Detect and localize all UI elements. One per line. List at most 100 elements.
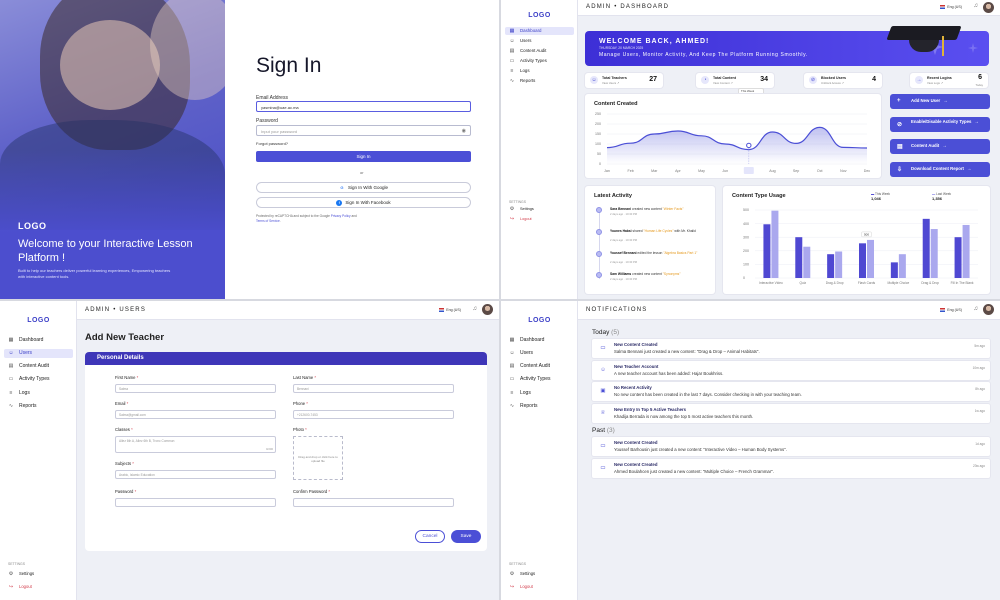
- sidebar-item-settings[interactable]: ⚙ Settings: [505, 569, 574, 578]
- language-selector[interactable]: Eng (US): [940, 308, 962, 312]
- avatar[interactable]: [983, 304, 994, 315]
- phone-field[interactable]: +212600-7453: [293, 410, 454, 419]
- stat-recent-logins[interactable]: → Recent Logins View Logs ↗ 6 Today: [910, 73, 988, 88]
- logout-button[interactable]: ↪ Logout: [4, 582, 73, 591]
- sidebar-item-dashboard[interactable]: ▦ Dashboard: [505, 336, 574, 345]
- sidebar-item-settings[interactable]: ⚙ Settings: [505, 205, 574, 213]
- x-tick-label: Oct: [817, 169, 823, 173]
- enable-disable-activity-types-button[interactable]: ⊘ Enable/Disable Activity Types →: [890, 117, 990, 132]
- last-name-field[interactable]: Bennani: [293, 384, 454, 393]
- notification-item[interactable]: ▭ New Content Created Youssef Barhousin ju…: [592, 437, 990, 456]
- sidebar-item-label: Content Audit: [520, 48, 547, 53]
- label-text: Classes: [115, 427, 130, 432]
- char-counter: 0/200: [266, 447, 273, 451]
- audit-icon: ▤: [897, 144, 903, 150]
- activity-content-name[interactable]: "Algebra Basics Part 1": [663, 251, 697, 255]
- activity-content-name[interactable]: "Human Life Cycles": [643, 229, 673, 233]
- sidebar-item-reports[interactable]: ∿ Reports: [4, 402, 73, 411]
- classes-field[interactable]: Allez 6th A, Allez 6th B, Tronc Commun 0/…: [115, 436, 276, 453]
- content-audit-button[interactable]: ▤ Content Audit →: [890, 139, 990, 154]
- language-selector[interactable]: Eng (US): [439, 308, 461, 312]
- logo[interactable]: LOGO: [0, 317, 77, 324]
- notification-item[interactable]: ▭ New Content Created Salma Bennani just c…: [592, 339, 990, 358]
- sidebar-item-users[interactable]: ☺ Users: [4, 349, 73, 358]
- cancel-button[interactable]: Cancel: [415, 530, 445, 543]
- sidebar-item-content-audit[interactable]: ▤ Content Audit: [505, 362, 574, 371]
- notification-item[interactable]: ▣ No Recent Activity No new content has be…: [592, 382, 990, 401]
- stat-link[interactable]: View Logs ↗: [927, 81, 943, 85]
- sidebar: LOGO ▦ Dashboard ☺ Users ▤ Content Audit ▭ A…: [501, 0, 578, 299]
- google-signin-button[interactable]: G Sign In With Google: [256, 182, 471, 193]
- x-tick-label: Drag & Drop: [826, 281, 844, 285]
- logout-button[interactable]: ↪ Logout: [505, 215, 574, 223]
- avatar[interactable]: [482, 304, 493, 315]
- logo[interactable]: LOGO: [501, 317, 578, 324]
- stat-link[interactable]: Unblock Access ↗: [821, 81, 844, 85]
- subjects-field[interactable]: Arabic, Islamic Education: [115, 470, 276, 479]
- notification-item[interactable]: ♕ New Entry In Top 5 Active Teachers Khadi…: [592, 404, 990, 423]
- bell-icon[interactable]: ♫: [974, 306, 979, 312]
- first-name-field[interactable]: Salma: [115, 384, 276, 393]
- privacy-policy-link[interactable]: Privacy Policy: [331, 214, 351, 218]
- sidebar-item-content-audit[interactable]: ▤ Content Audit: [505, 47, 574, 55]
- facebook-signin-button[interactable]: f Sign In With Facebook: [256, 197, 471, 208]
- download-content-report-button[interactable]: ⇩ Download Content Report →: [890, 162, 990, 177]
- stat-link[interactable]: View Content ↗: [713, 81, 733, 85]
- sidebar-item-content-audit[interactable]: ▤ Content Audit: [4, 362, 73, 371]
- flag-icon: [940, 308, 946, 312]
- sidebar-item-activity-types[interactable]: ▭ Activity Types: [505, 375, 574, 384]
- language-selector[interactable]: Eng (US): [940, 5, 962, 9]
- notification-item[interactable]: ☺ New Teacher Account A new teacher accoun…: [592, 361, 990, 380]
- signin-button[interactable]: Sign In: [256, 151, 471, 162]
- confirm-password-field[interactable]: [293, 498, 454, 507]
- sidebar-item-logs[interactable]: ≡ Logs: [4, 389, 73, 398]
- subjects-label: Subjects *: [115, 461, 134, 466]
- sidebar-item-logs[interactable]: ≡ Logs: [505, 389, 574, 398]
- sidebar-item-dashboard[interactable]: ▦ Dashboard: [505, 27, 574, 35]
- sidebar-item-users[interactable]: ☺ Users: [505, 37, 574, 45]
- sidebar-item-label: Content Audit: [19, 363, 50, 369]
- eye-icon[interactable]: ◉: [462, 128, 466, 134]
- avatar[interactable]: [983, 2, 994, 13]
- stat-total-teachers[interactable]: ☺ Total Teachers View Users ↗ 27: [585, 73, 663, 88]
- stat-total-content[interactable]: ◔ Total Content View Content ↗ 34: [696, 73, 774, 88]
- activity-content-name[interactable]: "Synonyms": [663, 272, 681, 276]
- notification-item[interactable]: ▭ New Content Created Ahmed Boulahcen just…: [592, 459, 990, 478]
- sidebar-item-dashboard[interactable]: ▦ Dashboard: [4, 336, 73, 345]
- sidebar-item-label: Content Audit: [520, 363, 551, 369]
- stat-value: 27: [649, 76, 657, 83]
- terms-link[interactable]: Terms of Service: [256, 219, 280, 223]
- sidebar-item-reports[interactable]: ∿ Reports: [505, 77, 574, 85]
- logout-button[interactable]: ↪ Logout: [505, 582, 574, 591]
- sidebar-item-activity-types[interactable]: ▭ Activity Types: [4, 375, 73, 384]
- sidebar-item-settings[interactable]: ⚙ Settings: [4, 569, 73, 578]
- bar: [922, 218, 930, 278]
- password-field[interactable]: Input your password ◉: [256, 125, 471, 136]
- email-field[interactable]: Salma@gmail.com: [115, 410, 276, 419]
- label-text: Confirm Password: [293, 489, 328, 494]
- save-button[interactable]: Save: [451, 530, 481, 543]
- logs-icon: ≡: [9, 390, 13, 396]
- sidebar-item-label: Dashboard: [19, 337, 44, 343]
- sidebar-item-reports[interactable]: ∿ Reports: [505, 402, 574, 411]
- timeline-dot: [596, 207, 602, 213]
- password-label: Password: [256, 118, 278, 124]
- photo-upload-dropzone[interactable]: Drag and drop or click here to upload fi…: [293, 436, 343, 480]
- stat-blocked-users[interactable]: ⊘ Blocked Users Unblock Access ↗ 4: [804, 73, 882, 88]
- bell-icon[interactable]: ♫: [473, 306, 478, 312]
- add-new-user-button[interactable]: + Add New User →: [890, 94, 990, 109]
- password-field[interactable]: [115, 498, 276, 507]
- sidebar-item-users[interactable]: ☺ Users: [505, 349, 574, 358]
- email-field[interactable]: yasmina@uae.ac.ma: [256, 101, 471, 112]
- stat-link[interactable]: View Users ↗: [602, 81, 619, 85]
- calendar-icon: ▣: [600, 388, 606, 394]
- activity-content-name[interactable]: "Winter Facts": [663, 207, 684, 211]
- sidebar-item-activity-types[interactable]: ▭ Activity Types: [505, 57, 574, 65]
- sidebar-item-logs[interactable]: ≡ Logs: [505, 67, 574, 75]
- forgot-password-link[interactable]: Forgot password?: [256, 141, 288, 146]
- logo[interactable]: LOGO: [501, 12, 578, 19]
- download-icon: ⇩: [897, 167, 903, 173]
- audit-icon: ▤: [8, 363, 14, 369]
- bell-icon[interactable]: ♫: [974, 3, 979, 9]
- activity-icon: ▭: [509, 58, 515, 64]
